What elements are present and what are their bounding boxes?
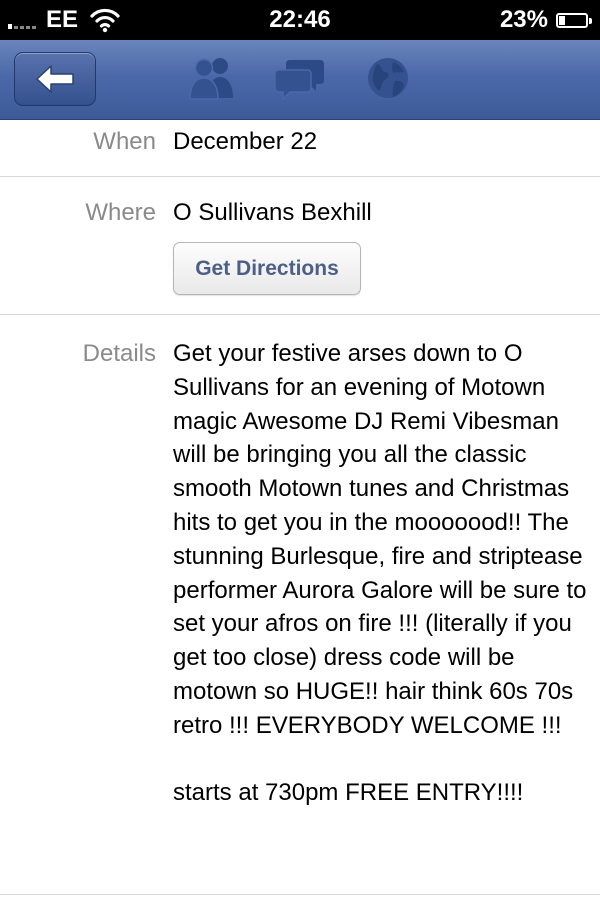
battery-level-fill — [559, 15, 566, 25]
where-label: Where — [85, 199, 156, 226]
get-directions-button[interactable]: Get Directions — [173, 242, 361, 295]
battery-icon — [556, 12, 592, 28]
where-value: O Sullivans Bexhill — [173, 199, 372, 226]
when-value: December 22 — [173, 128, 318, 155]
when-row: When December 22 — [0, 120, 600, 177]
friends-icon[interactable] — [186, 54, 238, 102]
nav-bar — [0, 40, 600, 120]
messages-icon[interactable] — [274, 54, 326, 102]
status-right: 23% — [499, 0, 592, 40]
when-label: When — [93, 128, 156, 155]
status-bar: EE 22:46 23% — [0, 0, 600, 40]
details-text: Get your festive arses down to O Sulliva… — [173, 340, 587, 807]
details-label: Details — [82, 340, 156, 367]
globe-icon[interactable] — [362, 54, 414, 102]
back-arrow-icon — [36, 65, 74, 93]
battery-percent: 23% — [499, 6, 548, 33]
back-button[interactable] — [14, 52, 96, 106]
details-row: Details Get your festive arses down to O… — [0, 315, 600, 895]
where-row: Where O Sullivans Bexhill Get Directions — [0, 177, 600, 315]
